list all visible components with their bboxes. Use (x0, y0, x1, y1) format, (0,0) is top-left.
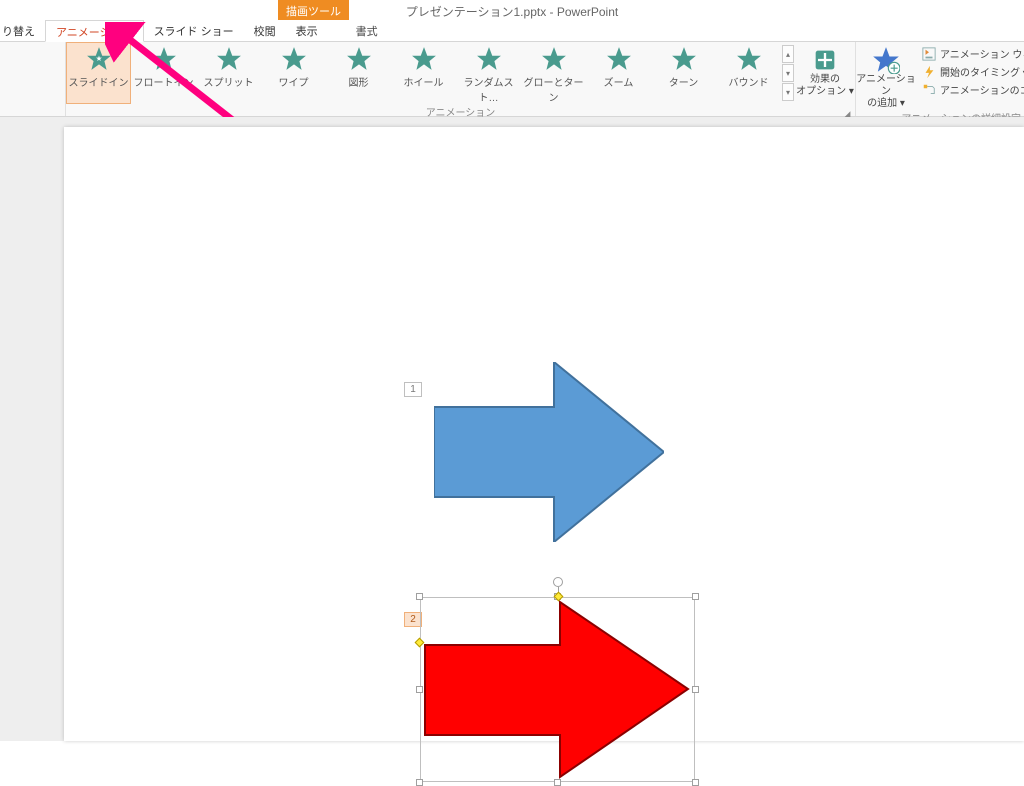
animation-gallery: ★ スライドイン フロートイン スプリット ワイプ 図形 (66, 42, 795, 104)
selection-box (420, 597, 695, 782)
star-icon (411, 46, 437, 72)
star-plus-icon (872, 46, 900, 74)
ribbon-tabs: り替え アニメーション スライド ショー 校閲 表示 書式 (0, 20, 1024, 42)
tab-animation[interactable]: アニメーション (45, 20, 144, 42)
tab-transition[interactable]: り替え (0, 20, 45, 41)
resize-handle[interactable] (692, 686, 699, 693)
star-icon (346, 46, 372, 72)
gallery-item-wheel[interactable]: ホイール (391, 42, 456, 104)
tab-slideshow[interactable]: スライド ショー (144, 20, 244, 41)
add-animation-button[interactable]: アニメーション の追加 ▾ (856, 42, 916, 110)
tab-view[interactable]: 表示 (286, 20, 328, 41)
gallery-more-icon[interactable]: ▾ (782, 83, 794, 101)
gallery-item-bounce[interactable]: バウンド (716, 42, 781, 104)
star-icon (216, 46, 242, 72)
app-title: プレゼンテーション1.pptx - PowerPoint (0, 3, 1024, 20)
trigger-button[interactable]: 開始のタイミング ▾ (922, 64, 1024, 79)
star-icon (736, 46, 762, 72)
star-icon (476, 46, 502, 72)
star-icon (541, 46, 567, 72)
gallery-item-floatin[interactable]: フロートイン (131, 42, 196, 104)
gallery-up-icon[interactable]: ▴ (782, 45, 794, 63)
gallery-item-split[interactable]: スプリット (196, 42, 261, 104)
star-icon (671, 46, 697, 72)
rotate-handle[interactable] (553, 577, 563, 587)
animation-tag-1[interactable]: 1 (404, 382, 422, 397)
animation-painter-button[interactable]: アニメーションのコピー/貼 (922, 82, 1024, 97)
gallery-item-wipe[interactable]: ワイプ (261, 42, 326, 104)
effect-options-button[interactable]: 効果の オプション ▾ (795, 42, 855, 98)
star-icon: ★ (86, 46, 112, 72)
slide-canvas[interactable]: 1 2 (64, 127, 1024, 741)
group-advanced-animation: アニメーション の追加 ▾ アニメーション ウィンドウ 開始のタイミング ▾ ア… (856, 42, 1024, 116)
title-bar: 描画ツール プレゼンテーション1.pptx - PowerPoint (0, 0, 1024, 20)
resize-handle[interactable] (554, 779, 561, 786)
resize-handle[interactable] (692, 593, 699, 600)
animation-pane-button[interactable]: アニメーション ウィンドウ (922, 46, 1024, 61)
gallery-scroll: ▴ ▾ ▾ (781, 42, 795, 104)
resize-handle[interactable] (692, 779, 699, 786)
star-icon (606, 46, 632, 72)
shape-arrow-red-selected[interactable] (420, 597, 695, 782)
tab-format[interactable]: 書式 (346, 20, 388, 41)
tab-review[interactable]: 校閲 (244, 20, 286, 41)
ribbon: ★ スライドイン フロートイン スプリット ワイプ 図形 (0, 42, 1024, 117)
gallery-item-randombars[interactable]: ランダムスト… (456, 42, 521, 104)
gallery-item-shape[interactable]: 図形 (326, 42, 391, 104)
effect-options-icon (811, 46, 839, 74)
resize-handle[interactable] (416, 779, 423, 786)
star-icon (151, 46, 177, 72)
pane-icon (922, 47, 936, 61)
gallery-item-turn[interactable]: ターン (651, 42, 716, 104)
gallery-down-icon[interactable]: ▾ (782, 64, 794, 82)
gallery-item-growturn[interactable]: グローとターン (521, 42, 586, 104)
star-icon (281, 46, 307, 72)
shape-arrow-blue[interactable] (434, 362, 664, 542)
painter-icon (922, 83, 936, 97)
resize-handle[interactable] (416, 593, 423, 600)
gallery-item-zoom[interactable]: ズーム (586, 42, 651, 104)
svg-text:★: ★ (95, 54, 102, 63)
group-animation-gallery: ★ スライドイン フロートイン スプリット ワイプ 図形 (66, 42, 856, 116)
gallery-item-slidein[interactable]: ★ スライドイン (66, 42, 131, 104)
slide-workspace: 1 2 (0, 117, 1024, 741)
lightning-icon (922, 65, 936, 79)
resize-handle[interactable] (416, 686, 423, 693)
